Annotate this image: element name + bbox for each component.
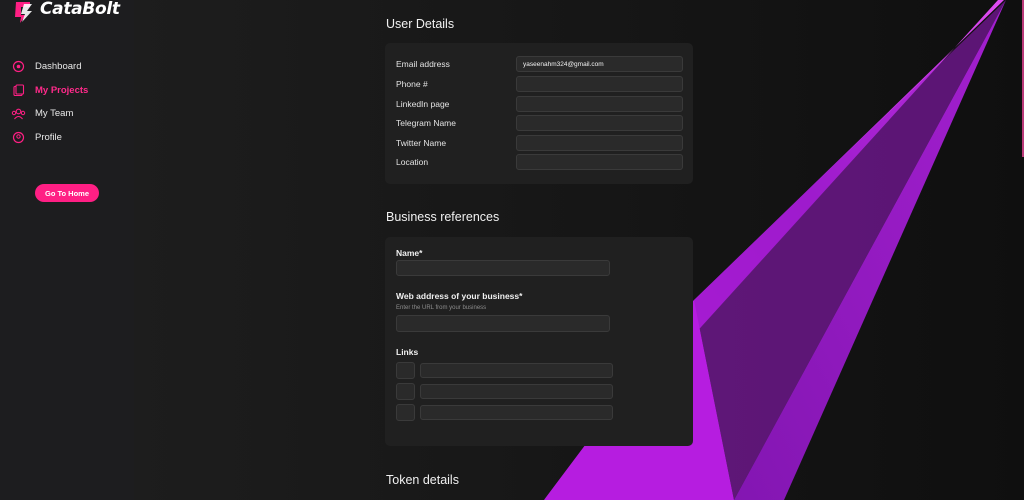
sidebar-item-my-team[interactable]: My Team xyxy=(11,102,131,126)
sidebar-item-dashboard[interactable]: Dashboard xyxy=(11,55,131,79)
link-field[interactable] xyxy=(420,363,613,378)
business-references-title: Business references xyxy=(386,210,500,224)
web-address-field[interactable] xyxy=(396,315,610,332)
link-field[interactable] xyxy=(420,405,613,420)
app-name: CataBolt xyxy=(40,0,120,19)
business-references-card: Name* Web address of your business* Ente… xyxy=(385,237,693,446)
location-label: Location xyxy=(396,157,429,167)
link-icon-slot[interactable] xyxy=(396,383,415,400)
sidebar-nav: Dashboard My Projects My Team Profile xyxy=(11,55,131,149)
logo[interactable]: CataBolt xyxy=(10,0,120,24)
linkedin-field[interactable] xyxy=(516,96,683,112)
main-content[interactable]: User Details Email address yaseenahm324@… xyxy=(134,0,1024,500)
user-details-title: User Details xyxy=(386,17,455,31)
location-field[interactable] xyxy=(516,154,683,170)
sidebar-item-label: Profile xyxy=(35,131,62,143)
twitter-label: Twitter Name xyxy=(396,138,447,148)
phone-label: Phone # xyxy=(396,79,428,89)
sidebar-item-label: My Team xyxy=(35,108,74,120)
phone-field[interactable] xyxy=(516,76,683,92)
name-label: Name* xyxy=(396,248,423,258)
links-label: Links xyxy=(396,347,419,357)
telegram-field[interactable] xyxy=(516,115,683,131)
twitter-field[interactable] xyxy=(516,135,683,151)
projects-icon xyxy=(11,83,26,98)
sidebar-item-label: Dashboard xyxy=(35,61,82,73)
sidebar-item-label: My Projects xyxy=(35,84,89,96)
link-field[interactable] xyxy=(420,384,613,399)
email-label: Email address xyxy=(396,59,450,69)
profile-icon xyxy=(11,130,26,145)
web-address-label: Web address of your business* xyxy=(396,291,523,301)
email-field[interactable]: yaseenahm324@gmail.com xyxy=(516,56,683,72)
name-field[interactable] xyxy=(396,260,610,276)
link-icon-slot[interactable] xyxy=(396,362,415,379)
go-to-home-button[interactable]: Go To Home xyxy=(35,184,99,202)
link-icon-slot[interactable] xyxy=(396,404,415,421)
web-address-hint: Enter the URL from your business xyxy=(396,305,487,311)
token-details-title: Token details xyxy=(386,473,459,487)
linkedin-label: LinkedIn page xyxy=(396,99,450,109)
sidebar-item-my-projects[interactable]: My Projects xyxy=(11,79,131,103)
dashboard-icon xyxy=(11,59,26,74)
bolt-logo-icon xyxy=(15,2,32,23)
telegram-label: Telegram Name xyxy=(396,118,456,128)
sidebar: CataBolt Dashboard My Projects My Team P… xyxy=(0,0,134,500)
sidebar-item-profile[interactable]: Profile xyxy=(11,126,131,150)
user-details-card: Email address yaseenahm324@gmail.com Pho… xyxy=(385,43,693,184)
team-icon xyxy=(11,106,26,121)
